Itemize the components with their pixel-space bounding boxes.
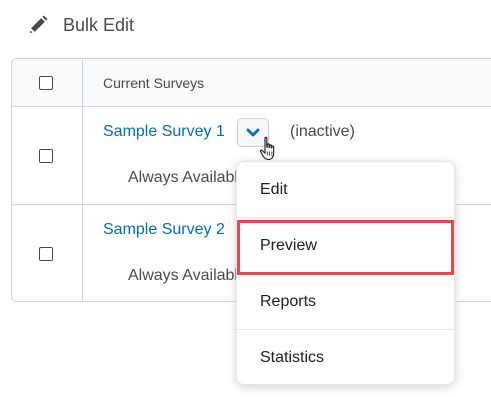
pencil-edit-icon: [27, 14, 49, 36]
column-header-current-surveys: Current Surveys: [103, 75, 205, 91]
row-checkbox[interactable]: [39, 149, 53, 163]
select-all-checkbox[interactable]: [39, 76, 53, 90]
hand-cursor-icon: [259, 136, 275, 161]
column-divider: [82, 59, 83, 106]
row-checkbox[interactable]: [39, 247, 53, 261]
menu-item-edit[interactable]: Edit: [237, 162, 454, 218]
menu-item-statistics[interactable]: Statistics: [237, 330, 454, 386]
bulk-edit-label: Bulk Edit: [63, 14, 135, 35]
survey-link[interactable]: Sample Survey 2: [103, 221, 225, 239]
menu-item-reports[interactable]: Reports: [237, 274, 454, 330]
bulk-edit-button[interactable]: Bulk Edit: [27, 14, 134, 36]
column-divider: [82, 107, 83, 204]
status-label: (inactive): [290, 123, 355, 140]
column-divider: [82, 205, 83, 301]
availability-label: Always Available: [128, 169, 247, 186]
survey-link[interactable]: Sample Survey 1: [103, 123, 225, 141]
menu-item-preview[interactable]: Preview: [237, 218, 454, 274]
table-header-row: Current Surveys: [12, 59, 491, 107]
context-menu: Edit Preview Reports Statistics: [236, 161, 455, 385]
availability-label: Always Available: [128, 267, 247, 284]
